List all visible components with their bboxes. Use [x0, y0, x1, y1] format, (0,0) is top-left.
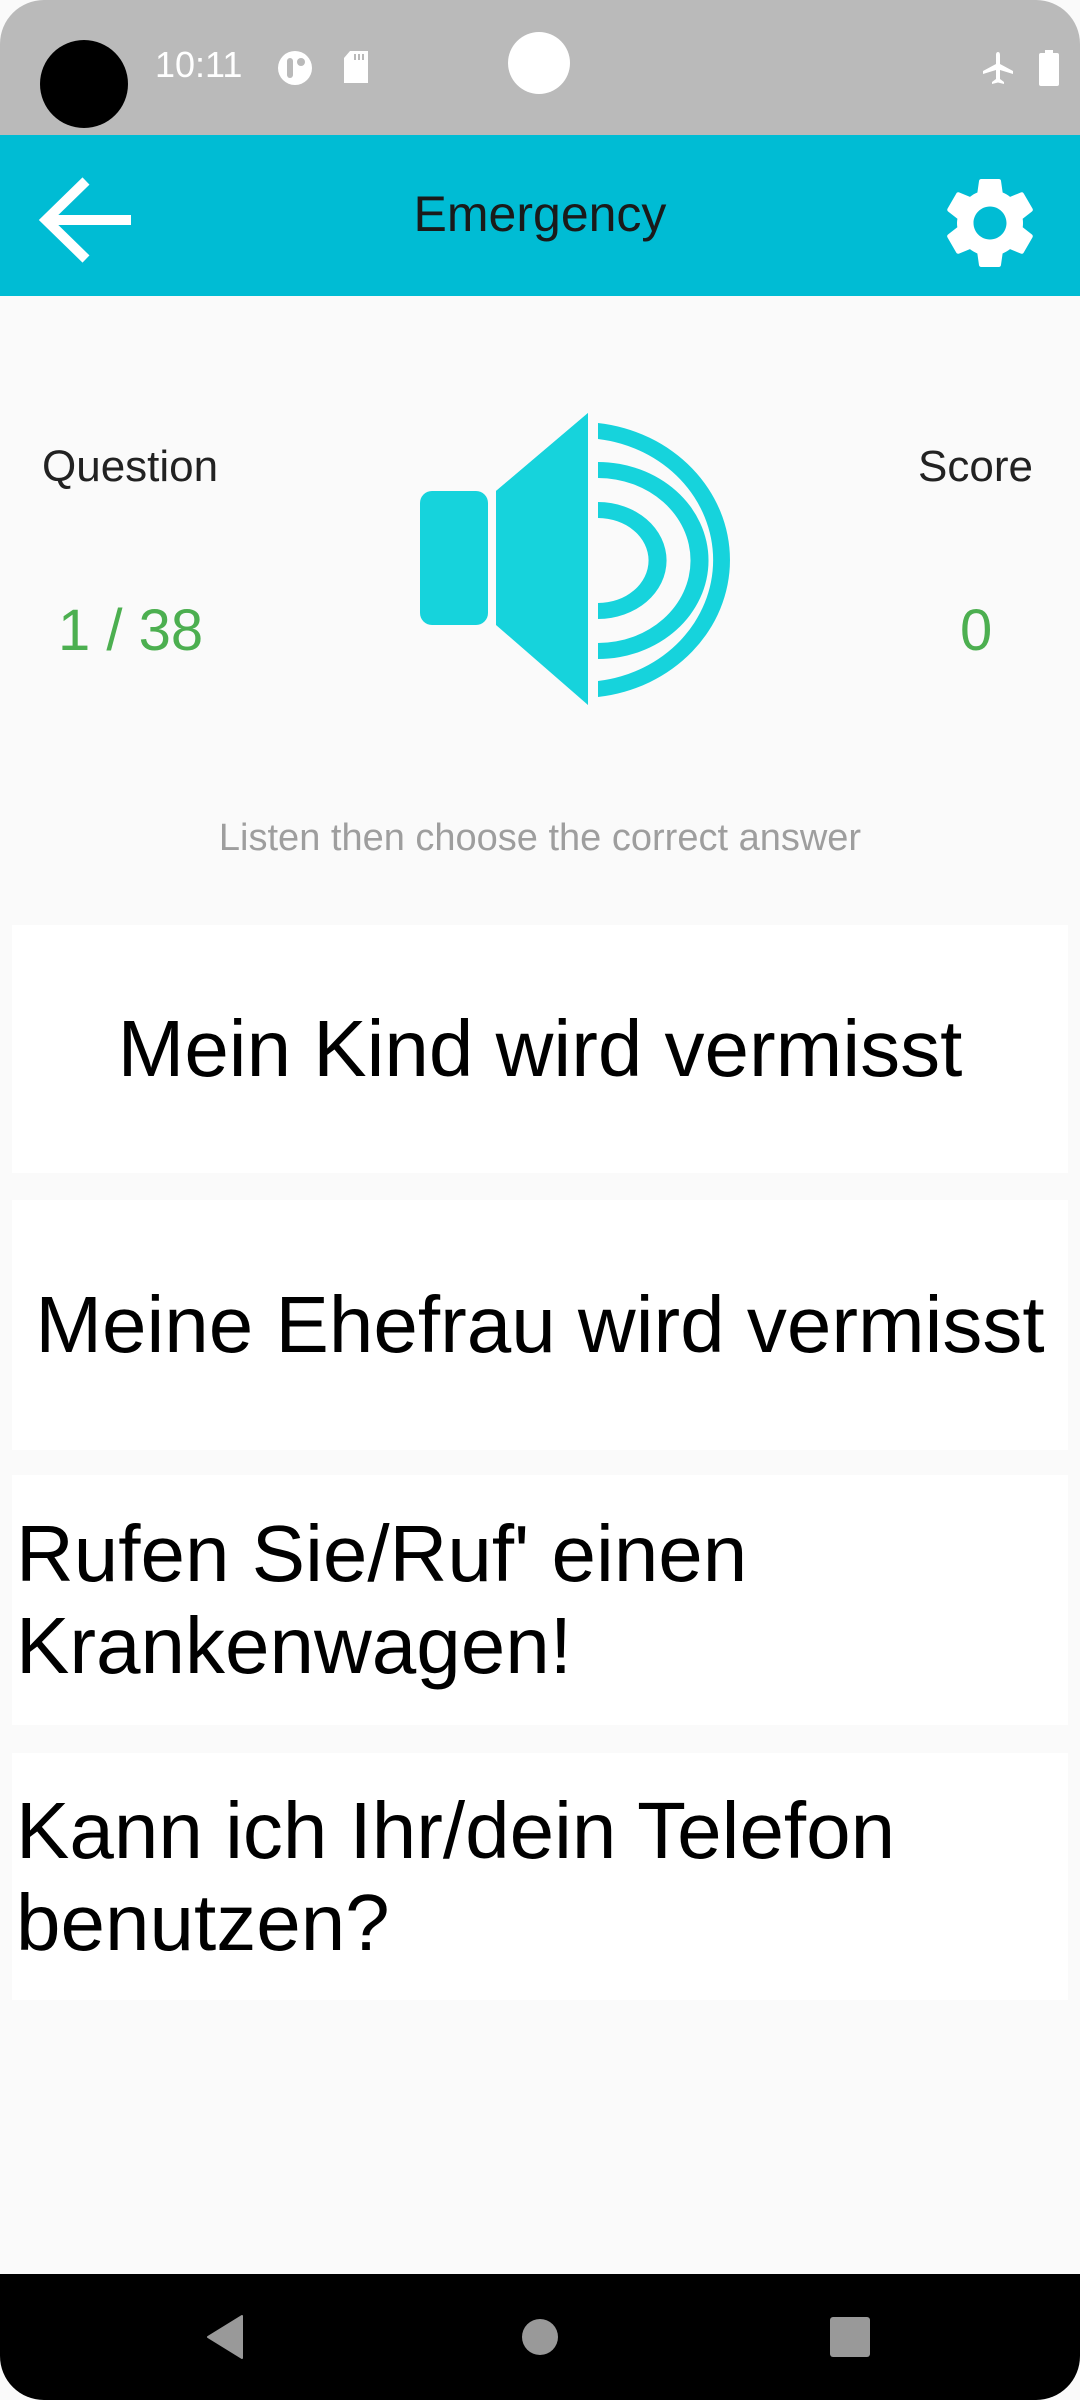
settings-button[interactable] [935, 168, 1045, 278]
system-navigation-bar [0, 2274, 1080, 2400]
score-value: 0 [960, 598, 993, 663]
answer-option[interactable]: Kann ich Ihr/dein Telefon benutzen? [12, 1753, 1068, 2000]
nav-home-button[interactable] [495, 2294, 585, 2384]
question-label: Question [42, 442, 219, 491]
sd-card-icon [342, 50, 370, 89]
arrow-left-icon [36, 177, 136, 269]
status-time: 10:11 [155, 44, 243, 85]
instruction-text: Listen then choose the correct answer [218, 817, 862, 859]
score-label: Score [918, 442, 1033, 491]
nav-back-button[interactable] [180, 2294, 270, 2384]
speaker-icon [410, 413, 740, 714]
answer-option[interactable]: Rufen Sie/Ruf' einen Krankenwagen! [12, 1475, 1068, 1725]
notification-app-icon [277, 50, 317, 91]
gear-icon [935, 178, 1045, 282]
battery-icon [1038, 50, 1060, 91]
answer-option-label: Meine Ehefrau wird vermisst [35, 1280, 1045, 1369]
answer-option[interactable]: Mein Kind wird vermisst [12, 925, 1068, 1173]
play-audio-button[interactable] [410, 405, 740, 710]
nav-recents-button[interactable] [805, 2294, 895, 2384]
home-circle-icon [520, 2317, 560, 2362]
airplane-mode-icon [980, 50, 1016, 91]
page-title: Emergency [413, 186, 667, 242]
answer-option-label: Mein Kind wird vermisst [117, 1004, 963, 1093]
answer-option[interactable]: Meine Ehefrau wird vermisst [12, 1200, 1068, 1450]
camera-cutout [40, 40, 128, 128]
app-bar: Emergency [0, 135, 1080, 296]
front-sensor [508, 32, 570, 94]
back-triangle-icon [205, 2314, 245, 2365]
status-bar: 10:11 [0, 0, 1080, 135]
answer-option-label: Kann ich Ihr/dein Telefon benutzen? [16, 1785, 896, 1967]
answer-option-label: Rufen Sie/Ruf' einen Krankenwagen! [16, 1509, 748, 1690]
question-progress: 1 / 38 [58, 598, 204, 663]
recents-square-icon [829, 2316, 871, 2363]
